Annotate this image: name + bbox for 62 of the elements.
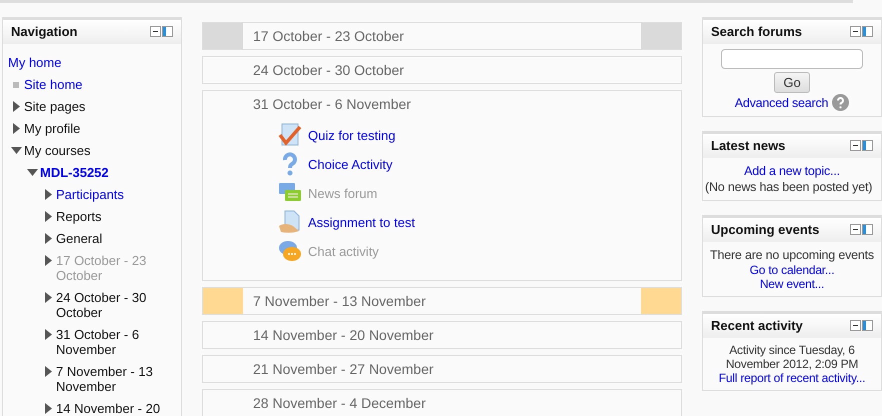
activity-link[interactable]: Assignment to test [308,214,415,230]
block-title: Recent activity [711,318,803,333]
home-link[interactable]: My home [8,52,62,74]
block-title: Upcoming events [711,222,820,237]
expanded-icon[interactable] [26,169,38,176]
nav-item[interactable]: 31 October - 6 November [56,324,166,361]
collapsed-icon[interactable] [12,101,20,112]
events-note: There are no upcoming events [709,247,875,263]
collapsed-icon[interactable] [44,329,52,340]
activity-note: Activity since Tuesday, 6 November 2012, 2:09 PM [724,343,860,371]
event-link[interactable]: New event... [760,277,824,291]
activity-link[interactable]: Choice Activity [308,156,393,172]
news-note: (No news has been posted yet) [705,179,874,195]
collapsed-icon[interactable] [44,233,52,244]
section-title: 14 November - 20 November [253,327,434,343]
collapsed-icon[interactable] [44,189,52,200]
add-topic-link[interactable]: Add a new topic... [744,164,840,178]
collapsed-icon[interactable] [44,366,52,377]
section-title: 28 November - 4 December [253,395,426,411]
section-title: 31 October - 6 November [253,96,411,112]
expanded-icon[interactable] [10,147,22,154]
go-button[interactable]: Go [774,72,810,93]
collapsed-icon[interactable] [44,255,52,266]
section-title: 21 November - 27 November [253,361,434,377]
chat-icon [278,239,302,263]
collapse-icon[interactable] [150,26,161,37]
bullet-icon [13,82,19,88]
advanced-search-link[interactable]: Advanced search [734,94,828,110]
collapse-icon[interactable] [850,224,861,235]
nav-item[interactable]: MDL-35252 [40,162,150,184]
block-title: Latest news [711,138,786,153]
activity-link[interactable]: Quiz for testing [308,128,396,142]
nav-item[interactable]: General [56,228,166,250]
nav-item[interactable]: My profile [24,118,134,140]
collapsed-icon[interactable] [44,292,52,303]
block-title: Search forums [711,24,802,39]
section-title: 24 October - 30 October [253,62,404,78]
collapse-icon[interactable] [850,320,861,331]
event-link[interactable]: Go to calendar... [750,263,834,277]
section-title: 17 October - 23 October [253,28,404,44]
quiz-icon [278,123,302,147]
help-icon[interactable] [832,94,850,111]
nav-item[interactable]: Participants [56,184,166,206]
nav-item[interactable]: 7 November - 13 November [56,361,166,398]
nav-item[interactable]: Reports [56,206,166,228]
section-side-bar [203,288,243,314]
collapsed-icon[interactable] [12,123,20,134]
assign-icon [278,210,302,234]
nav-item[interactable]: 24 October - 30 October [56,287,166,324]
collapse-icon[interactable] [850,26,861,37]
collapsed-icon[interactable] [44,403,52,414]
recent-activity-link[interactable]: Full report of recent activity... [718,371,866,385]
section-title: 7 November - 13 November [253,293,426,309]
nav-item[interactable]: Site pages [24,96,134,118]
nav-item[interactable]: Site home [24,74,134,96]
section-side-bar [641,288,681,314]
nav-item[interactable]: 14 November - 20 [56,398,166,416]
collapsed-icon[interactable] [44,211,52,222]
search-field[interactable] [721,49,863,69]
nav-item[interactable]: My courses [24,140,134,162]
block-title: Navigation [11,24,78,39]
collapse-icon[interactable] [850,140,861,151]
